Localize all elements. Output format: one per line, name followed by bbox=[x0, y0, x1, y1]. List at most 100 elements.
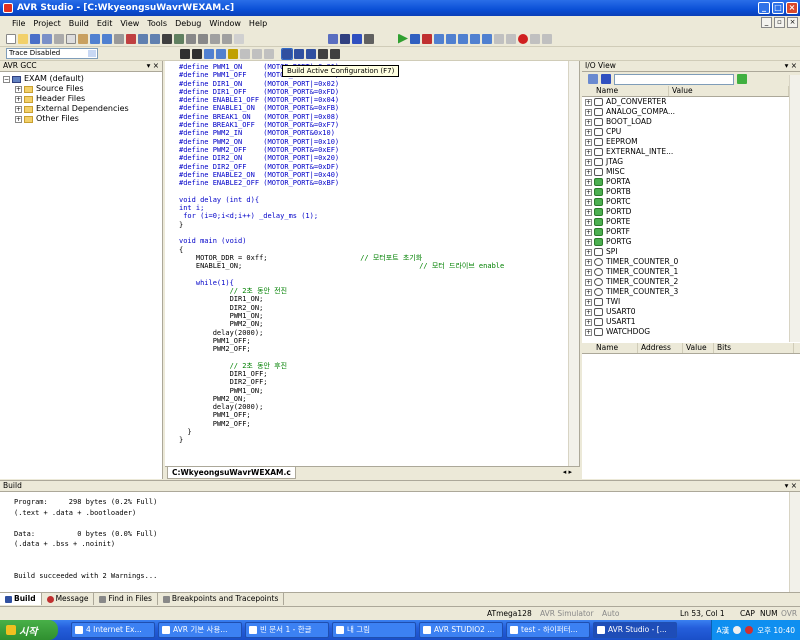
io-module-item[interactable]: + JTAG bbox=[582, 157, 800, 167]
code-line[interactable]: while(1){ bbox=[179, 279, 504, 287]
build-output-text[interactable]: Program: 298 bytes (0.2% Full) (.text + .… bbox=[14, 497, 157, 582]
code-line[interactable]: PWM2_ON; bbox=[179, 320, 504, 328]
code-line[interactable]: // 2초 동안 전진 bbox=[179, 287, 504, 295]
expand-icon[interactable]: + bbox=[585, 128, 592, 136]
expand-icon[interactable]: + bbox=[15, 95, 22, 103]
io-module-item[interactable]: + EEPROM bbox=[582, 137, 800, 147]
trace-dropdown[interactable]: Trace Disabled bbox=[6, 48, 98, 59]
code-line[interactable]: PWM2_OFF; bbox=[179, 420, 504, 428]
mdi-minimize-button[interactable]: _ bbox=[761, 17, 772, 28]
tool12-icon[interactable] bbox=[252, 48, 262, 59]
io-module-item[interactable]: + USART0 bbox=[582, 307, 800, 317]
run-to-cursor-icon[interactable] bbox=[470, 33, 480, 44]
menu-project[interactable]: Project bbox=[29, 19, 64, 28]
build-icon[interactable] bbox=[281, 47, 293, 60]
col-name[interactable]: Name bbox=[582, 86, 669, 96]
copy-icon[interactable] bbox=[66, 33, 76, 44]
col-detail-value[interactable]: Value bbox=[683, 343, 714, 353]
open-folder-icon[interactable] bbox=[18, 33, 28, 44]
reset-icon[interactable] bbox=[482, 33, 492, 44]
io-filter-input[interactable] bbox=[614, 73, 734, 85]
io-module-item[interactable]: + PORTA bbox=[582, 177, 800, 187]
code-line[interactable]: PWM1_ON; bbox=[179, 312, 504, 320]
tool10-icon[interactable] bbox=[228, 48, 238, 59]
program-icon[interactable] bbox=[328, 33, 338, 44]
tool-icon[interactable] bbox=[186, 33, 196, 44]
binoculars-icon[interactable] bbox=[162, 33, 172, 44]
task-my-pictures[interactable]: 내 그림 bbox=[332, 622, 416, 638]
col-address[interactable]: Address bbox=[638, 343, 683, 353]
step2-icon[interactable] bbox=[216, 48, 226, 59]
chip-icon[interactable] bbox=[174, 33, 184, 44]
clean-icon[interactable] bbox=[318, 48, 328, 59]
code-line[interactable]: PWM2_ON; bbox=[179, 395, 504, 403]
io-module-item[interactable]: + ANALOG_COMPA... bbox=[582, 107, 800, 117]
save-icon[interactable] bbox=[30, 33, 40, 44]
task-hyperterminal[interactable]: test - 하이퍼터... bbox=[506, 622, 590, 638]
io-scrollbar[interactable] bbox=[789, 75, 800, 342]
code-line[interactable]: } bbox=[179, 221, 504, 229]
code-line[interactable]: void main (void) bbox=[179, 237, 504, 245]
code-line[interactable] bbox=[179, 270, 504, 278]
close-icon[interactable]: ▾ × bbox=[147, 61, 159, 71]
io-module-item[interactable]: + TIMER_COUNTER_0 bbox=[582, 257, 800, 267]
expand-icon[interactable]: + bbox=[585, 318, 592, 326]
expand-icon[interactable]: + bbox=[585, 238, 592, 246]
tab-breakpoints[interactable]: Breakpoints and Tracepoints bbox=[158, 593, 285, 605]
step-into-icon[interactable] bbox=[434, 33, 444, 44]
tree-item-source[interactable]: + Source Files bbox=[3, 84, 162, 94]
task-avr-basic[interactable]: AVR 기본 사용... bbox=[158, 622, 242, 638]
io-module-item[interactable]: + EXTERNAL_INTE... bbox=[582, 147, 800, 157]
connect-icon[interactable] bbox=[340, 33, 350, 44]
io-module-item[interactable]: + PORTC bbox=[582, 197, 800, 207]
io-module-item[interactable]: + TIMER_COUNTER_2 bbox=[582, 277, 800, 287]
code-line[interactable]: #define PWM2_OFF (MOTOR_PORT&=0xEF) bbox=[179, 146, 504, 154]
task-avr-studio2[interactable]: AVR STUDIO2 ... bbox=[419, 622, 503, 638]
expand-icon[interactable]: + bbox=[585, 328, 592, 336]
code-line[interactable]: #define ENABLE2_OFF (MOTOR_PORT&=0xBF) bbox=[179, 179, 504, 187]
code-line[interactable]: #define BREAK1_ON (MOTOR_PORT|=0x08) bbox=[179, 113, 504, 121]
ime-indicator[interactable]: A漢 bbox=[717, 625, 730, 636]
run-icon[interactable] bbox=[398, 33, 408, 44]
close-button[interactable]: × bbox=[786, 2, 798, 14]
code-line[interactable]: #define DIR2_OFF (MOTOR_PORT&=0xDF) bbox=[179, 163, 504, 171]
expand-icon[interactable]: + bbox=[585, 198, 592, 206]
pause-icon[interactable] bbox=[410, 33, 420, 44]
menu-window[interactable]: Window bbox=[205, 19, 245, 28]
editor-scrollbar[interactable] bbox=[568, 61, 579, 466]
expand-icon[interactable]: + bbox=[585, 98, 592, 106]
find-icon[interactable] bbox=[114, 33, 124, 44]
grid-icon[interactable] bbox=[601, 74, 611, 84]
task-internet-explorer[interactable]: 4 Internet Ex... bbox=[71, 622, 155, 638]
step-out-icon[interactable] bbox=[458, 33, 468, 44]
code-text[interactable]: #define PWM1_ON (MOTOR_PORT|=0x01) #defin… bbox=[179, 63, 504, 445]
code-line[interactable]: #define PWM2_IN (MOTOR_PORT&0x10) bbox=[179, 129, 504, 137]
code-line[interactable] bbox=[179, 353, 504, 361]
io-module-item[interactable]: + TIMER_COUNTER_1 bbox=[582, 267, 800, 277]
col-bits[interactable]: Bits bbox=[714, 343, 794, 353]
hex-icon[interactable] bbox=[192, 48, 202, 59]
close-icon[interactable]: ▾ × bbox=[785, 481, 797, 491]
code-line[interactable]: DIR2_ON; bbox=[179, 304, 504, 312]
menu-help[interactable]: Help bbox=[245, 19, 271, 28]
code-line[interactable]: delay(2000); bbox=[179, 403, 504, 411]
col-detail-name[interactable]: Name bbox=[582, 343, 638, 353]
tab-exam-c[interactable]: C:WkyeongsuWavrWEXAM.c bbox=[167, 467, 296, 479]
menu-view[interactable]: View bbox=[116, 19, 143, 28]
expand-icon[interactable]: + bbox=[585, 278, 592, 286]
expand-icon[interactable]: + bbox=[585, 188, 592, 196]
menu-debug[interactable]: Debug bbox=[171, 19, 205, 28]
undo-icon[interactable] bbox=[90, 33, 100, 44]
tool5-icon[interactable] bbox=[234, 33, 244, 44]
code-line[interactable] bbox=[179, 187, 504, 195]
expand-icon[interactable]: + bbox=[585, 168, 592, 176]
code-line[interactable]: DIR1_ON; bbox=[179, 295, 504, 303]
menu-edit[interactable]: Edit bbox=[93, 19, 117, 28]
expand-icon[interactable]: + bbox=[585, 268, 592, 276]
expand-icon[interactable]: + bbox=[585, 148, 592, 156]
code-line[interactable]: #define PWM2_ON (MOTOR_PORT|=0x10) bbox=[179, 138, 504, 146]
io-module-item[interactable]: + AD_CONVERTER bbox=[582, 97, 800, 107]
indent-icon[interactable] bbox=[138, 33, 148, 44]
breakpoint-icon[interactable] bbox=[518, 33, 528, 44]
tool4-icon[interactable] bbox=[222, 33, 232, 44]
